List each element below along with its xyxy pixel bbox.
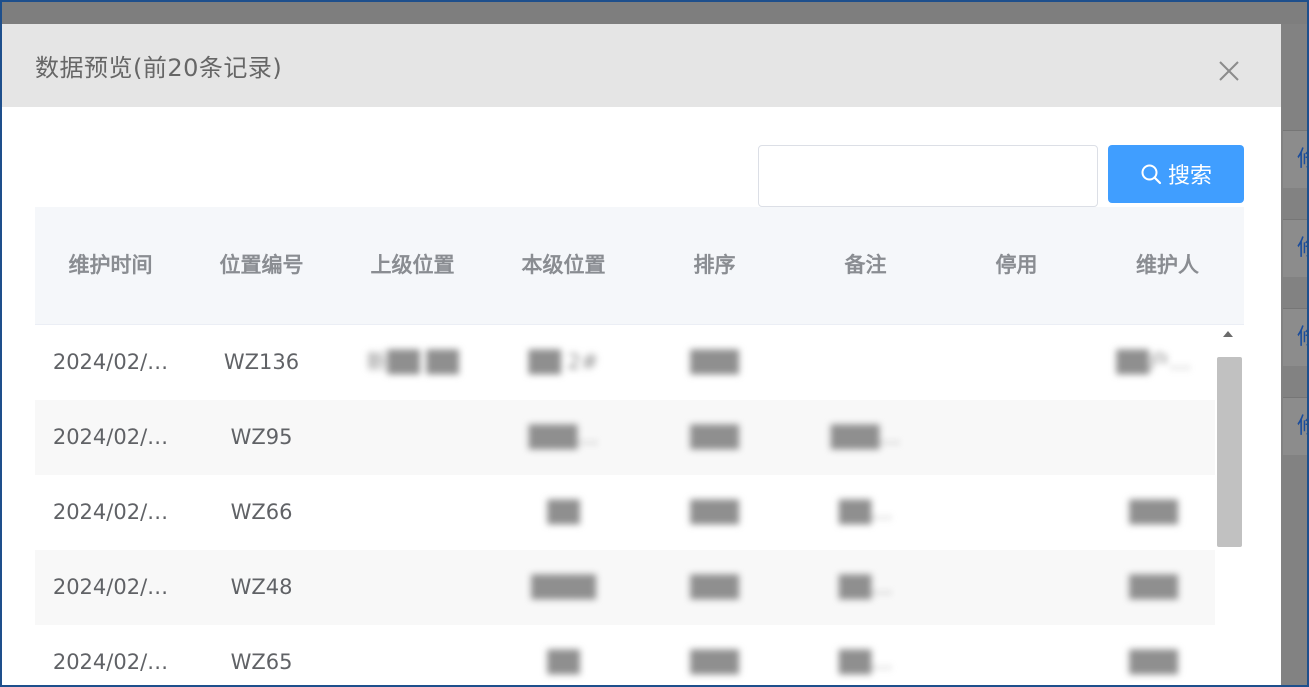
cell-time: 2024/02/…: [52, 350, 169, 374]
table-header: 维护时间 位置编号 上级位置 本级位置 排序 备注 停用 维护人: [35, 207, 1244, 325]
data-preview-dialog: 数据预览(前20条记录) 搜索 维护时间 位置编号 上级位置 本级位置 排序 备…: [2, 24, 1281, 687]
cell-code: WZ66: [230, 500, 293, 524]
cell-code: WZ65: [230, 650, 293, 674]
cell-disabled: [941, 475, 1092, 550]
cell-maintainer: ██户…: [1116, 350, 1191, 374]
cell-remark: ███…: [830, 425, 901, 449]
cell-self: ██: [547, 650, 580, 674]
column-header-time[interactable]: 维护时间: [35, 207, 186, 324]
close-icon: [1219, 61, 1239, 81]
column-header-code[interactable]: 位置编号: [186, 207, 337, 324]
cell-parent: [337, 550, 488, 625]
cell-sort: ███: [690, 425, 739, 449]
cell-remark: ██…: [838, 575, 893, 599]
column-header-sort[interactable]: 排序: [639, 207, 790, 324]
cell-time: 2024/02/…: [52, 500, 169, 524]
cell-time: 2024/02/…: [52, 575, 169, 599]
cell-sort: ███: [690, 350, 739, 374]
column-header-self[interactable]: 本级位置: [488, 207, 639, 324]
cell-parent: 新██ ██: [366, 350, 459, 374]
table-row[interactable]: 2024/02/… WZ48 ████ ███ ██… ███: [35, 550, 1215, 625]
search-icon: [1141, 164, 1162, 185]
data-table: 维护时间 位置编号 上级位置 本级位置 排序 备注 停用 维护人 2024/02…: [35, 207, 1244, 687]
scrollbar-thumb[interactable]: [1217, 357, 1242, 547]
cell-code: WZ48: [230, 575, 293, 599]
background-cell: 修: [1283, 397, 1309, 455]
column-header-maintainer[interactable]: 维护人: [1092, 207, 1243, 324]
cell-parent: [337, 625, 488, 687]
background-topbar: [0, 0, 1309, 24]
cell-parent: [337, 400, 488, 475]
search-button[interactable]: 搜索: [1108, 145, 1244, 203]
column-header-disabled[interactable]: 停用: [941, 207, 1092, 324]
cell-parent: [337, 475, 488, 550]
cell-time: 2024/02/…: [52, 650, 169, 674]
table-scrollbar[interactable]: [1215, 325, 1244, 687]
cell-maintainer: ███: [1129, 650, 1178, 674]
cell-disabled: [941, 550, 1092, 625]
cell-time: 2024/02/…: [52, 425, 169, 449]
table-row[interactable]: 2024/02/… WZ66 ██ ███ ██… ███: [35, 475, 1215, 550]
cell-disabled: [941, 400, 1092, 475]
cell-remark: [790, 325, 941, 400]
dialog-header: 数据预览(前20条记录): [2, 24, 1281, 107]
scroll-up-arrow-icon[interactable]: [1223, 331, 1233, 337]
cell-maintainer: ███: [1129, 500, 1178, 524]
cell-remark: ██…: [838, 500, 893, 524]
background-cell: 修: [1283, 308, 1309, 366]
dialog-title: 数据预览(前20条记录): [35, 54, 283, 82]
cell-code: WZ136: [223, 350, 300, 374]
cell-disabled: [941, 625, 1092, 687]
cell-self: ███…: [528, 425, 599, 449]
column-header-remark[interactable]: 备注: [790, 207, 941, 324]
background-cell: 修: [1283, 219, 1309, 277]
close-button[interactable]: [1212, 54, 1246, 88]
search-button-label: 搜索: [1167, 164, 1212, 189]
cell-disabled: [941, 325, 1092, 400]
cell-self: ██ 2#: [528, 350, 599, 374]
search-input[interactable]: [758, 145, 1098, 207]
column-header-parent[interactable]: 上级位置: [337, 207, 488, 324]
table-row[interactable]: 2024/02/… WZ136 新██ ██ ██ 2# ███ ██户…: [35, 325, 1215, 400]
cell-remark: ██…: [838, 650, 893, 674]
cell-maintainer: [1092, 400, 1215, 475]
cell-self: ██: [547, 500, 580, 524]
table-row[interactable]: 2024/02/… WZ65 ██ ███ ██… ███: [35, 625, 1215, 687]
cell-self: ████: [531, 575, 596, 599]
cell-sort: ███: [690, 500, 739, 524]
cell-sort: ███: [690, 575, 739, 599]
background-cell: 修: [1283, 130, 1309, 188]
cell-code: WZ95: [230, 425, 293, 449]
cell-maintainer: ███: [1129, 575, 1178, 599]
table-row[interactable]: 2024/02/… WZ95 ███… ███ ███…: [35, 400, 1215, 475]
cell-sort: ███: [690, 650, 739, 674]
